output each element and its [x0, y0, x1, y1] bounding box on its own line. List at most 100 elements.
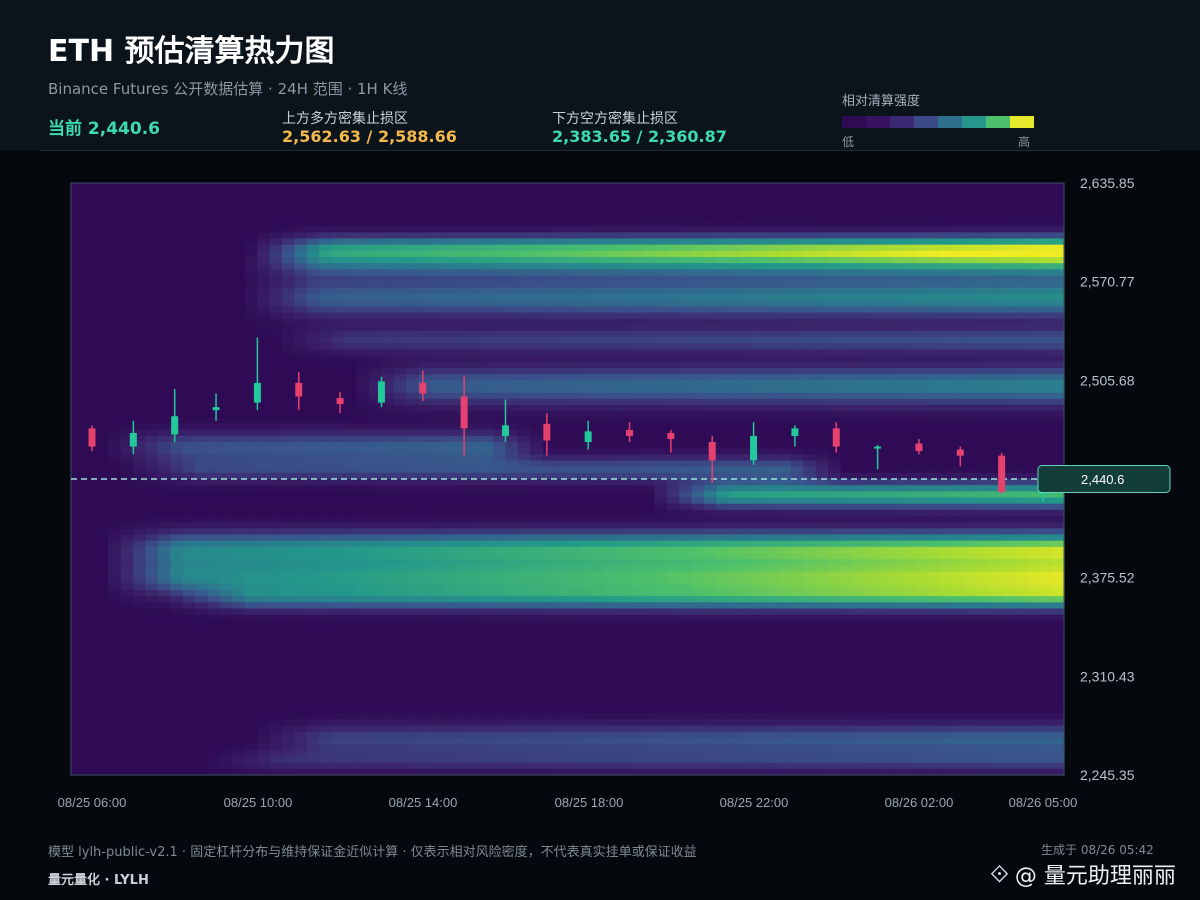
heatmap-cell: [331, 306, 345, 314]
heatmap-cell: [604, 448, 618, 455]
heatmap-cell: [368, 694, 382, 702]
heatmap-cell: [406, 355, 420, 363]
heatmap-cell: [604, 355, 618, 363]
heatmap-cell: [679, 509, 693, 517]
heatmap-cell: [517, 324, 531, 332]
heatmap-cell: [244, 516, 258, 523]
heatmap-cell: [207, 220, 221, 227]
heatmap-cell: [157, 257, 171, 264]
heatmap-cell: [617, 583, 631, 591]
heatmap-cell: [344, 281, 358, 289]
heatmap-cell: [368, 731, 382, 739]
heatmap-cell: [517, 226, 531, 233]
heatmap-cell: [418, 479, 432, 486]
heatmap-cell: [555, 429, 569, 437]
heatmap-cell: [232, 294, 246, 301]
heatmap-cell: [629, 546, 643, 554]
heatmap-cell: [207, 454, 221, 462]
heatmap-cell: [641, 368, 655, 375]
heatmap-cell: [406, 318, 420, 326]
heatmap-cell: [468, 608, 482, 616]
heatmap-cell: [108, 263, 122, 270]
heatmap-cell: [195, 596, 209, 603]
heatmap-cell: [505, 343, 519, 351]
heatmap-cell: [530, 534, 544, 542]
heatmap-cell: [654, 479, 668, 486]
heatmap-cell: [654, 250, 668, 258]
heatmap-cell: [356, 250, 370, 258]
heatmap-cell: [505, 602, 519, 610]
heatmap-cell: [244, 312, 258, 320]
heatmap-cell: [691, 349, 705, 357]
heatmap-cell: [282, 195, 296, 203]
heatmap-cell: [195, 244, 209, 252]
heatmap-cell: [232, 608, 246, 616]
heatmap-cell: [282, 590, 296, 597]
heatmap-cell: [133, 423, 147, 431]
heatmap-cell: [704, 516, 718, 523]
heatmap-cell: [493, 577, 507, 585]
heatmap-cell: [294, 411, 308, 418]
heatmap-cell: [182, 429, 196, 437]
heatmap-cell: [418, 645, 432, 653]
heatmap-cell: [666, 620, 680, 628]
heatmap-cell: [157, 189, 171, 196]
heatmap-cell: [306, 460, 320, 468]
heatmap-cell: [120, 226, 134, 233]
heatmap-cell: [517, 707, 531, 714]
heatmap-cell: [319, 756, 333, 764]
heatmap-cell: [468, 559, 482, 566]
heatmap-cell: [517, 571, 531, 579]
heatmap-cell: [393, 633, 407, 640]
heatmap-cell: [232, 337, 246, 344]
heatmap-cell: [443, 497, 457, 505]
heatmap-cell: [704, 633, 718, 640]
heatmap-cell: [120, 713, 134, 721]
heatmap-cell: [133, 744, 147, 751]
heatmap-cell: [319, 392, 333, 400]
heatmap-cell: [517, 701, 531, 708]
heatmap-cell: [641, 688, 655, 696]
heatmap-cell: [480, 300, 494, 307]
heatmap-cell: [170, 269, 184, 277]
heatmap-cell: [654, 411, 668, 418]
heatmap-cell: [95, 676, 109, 684]
heatmap-cell: [331, 232, 345, 240]
heatmap-cell: [319, 565, 333, 573]
heatmap-cell: [368, 306, 382, 314]
heatmap-cell: [493, 528, 507, 536]
heatmap-cell: [83, 250, 97, 258]
heatmap-cell: [269, 701, 283, 708]
heatmap-cell: [443, 189, 457, 196]
heatmap-cell: [294, 546, 308, 554]
heatmap-cell: [207, 411, 221, 418]
heatmap-cell: [604, 664, 618, 671]
heatmap-cell: [120, 651, 134, 659]
heatmap-cell: [83, 281, 97, 289]
heatmap-cell: [108, 201, 122, 209]
heatmap-cell: [219, 232, 233, 240]
heatmap-cell: [679, 670, 693, 677]
heatmap-cell: [654, 368, 668, 375]
heatmap-cell: [592, 343, 606, 351]
heatmap-cell: [704, 509, 718, 517]
heatmap-cell: [356, 559, 370, 566]
heatmap-cell: [195, 602, 209, 610]
heatmap-cell: [145, 361, 159, 369]
heatmap-cell: [480, 657, 494, 665]
heatmap-cell: [170, 725, 184, 733]
heatmap-cell: [393, 232, 407, 240]
heatmap-cell: [592, 300, 606, 307]
heatmap-cell: [468, 460, 482, 468]
heatmap-cell: [157, 423, 171, 431]
heatmap-cell: [604, 701, 618, 708]
heatmap-cell: [257, 528, 271, 536]
heatmap-cell: [368, 571, 382, 579]
heatmap-cell: [232, 596, 246, 603]
heatmap-cell: [269, 645, 283, 653]
heatmap-cell: [145, 731, 159, 739]
heatmap-cell: [145, 676, 159, 684]
heatmap-cell: [133, 417, 147, 425]
heatmap-cell: [579, 750, 593, 758]
heatmap-cell: [418, 540, 432, 548]
